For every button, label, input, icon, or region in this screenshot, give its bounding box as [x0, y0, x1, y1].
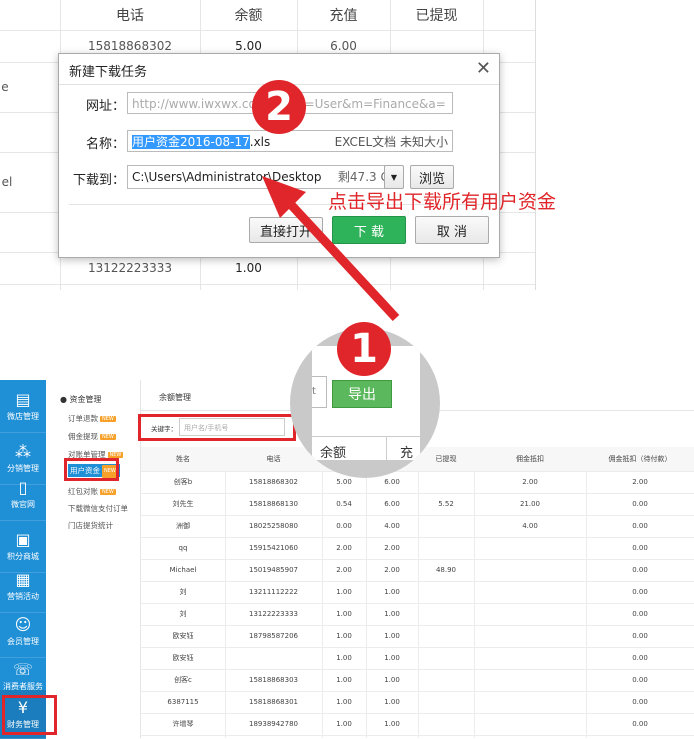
step-1-badge: 1 — [337, 322, 391, 376]
step-2-badge: 2 — [252, 80, 306, 134]
arrow-shaft — [279, 192, 400, 322]
callout-text: 点击导出下载所有用户资金 — [328, 191, 557, 213]
